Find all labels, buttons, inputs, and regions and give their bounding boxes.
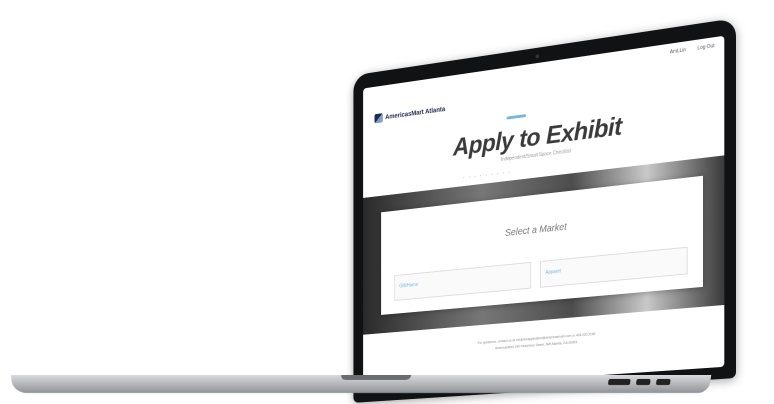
laptop-base bbox=[8, 375, 712, 393]
base-notch bbox=[340, 375, 412, 380]
port-icon bbox=[607, 379, 631, 385]
camera-icon bbox=[535, 54, 540, 59]
logo-icon bbox=[374, 113, 383, 124]
top-nav: AmLLin Log Out bbox=[670, 43, 715, 55]
market-option-apparel[interactable]: Apparel bbox=[540, 246, 688, 288]
market-option-label: Gift/Home bbox=[399, 282, 419, 290]
card-title: Select a Market bbox=[505, 221, 567, 239]
port-icon bbox=[655, 379, 671, 385]
laptop-screen: AmLLin Log Out AmericasMart Atlanta Appl… bbox=[363, 35, 725, 392]
accent-pill bbox=[506, 114, 526, 120]
laptop: AmLLin Log Out AmericasMart Atlanta Appl… bbox=[0, 0, 774, 404]
website: AmLLin Log Out AmericasMart Atlanta Appl… bbox=[363, 36, 725, 392]
nav-link-logout[interactable]: Log Out bbox=[697, 43, 714, 51]
ports bbox=[607, 379, 671, 385]
nav-link-account[interactable]: AmLLin bbox=[670, 47, 686, 55]
logo-text: AmericasMart Atlanta bbox=[385, 105, 446, 121]
site-logo[interactable]: AmericasMart Atlanta bbox=[374, 104, 446, 124]
port-icon bbox=[635, 379, 651, 385]
market-option-label: Apparel bbox=[545, 268, 561, 276]
progress-dots: • • • • • • • • • bbox=[463, 169, 512, 180]
laptop-bezel: AmLLin Log Out AmericasMart Atlanta Appl… bbox=[353, 18, 736, 403]
market-option-gift-home[interactable]: Gift/Home bbox=[394, 261, 532, 301]
